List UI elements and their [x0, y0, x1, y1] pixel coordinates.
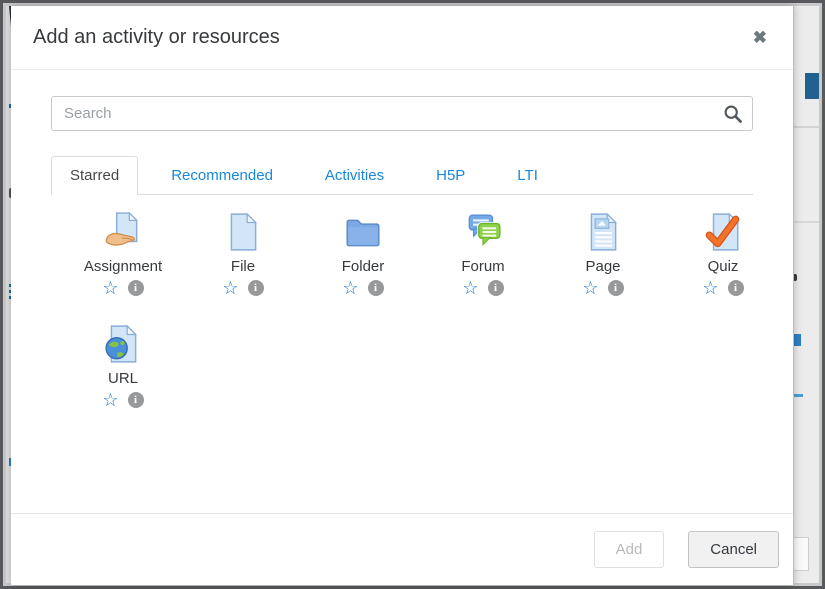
activity-grid: Assignment ☆ i File ☆ i: [51, 195, 753, 410]
activity-item-quiz[interactable]: Quiz ☆ i: [663, 212, 783, 298]
forum-icon[interactable]: [463, 212, 503, 252]
close-icon[interactable]: ✖: [749, 25, 771, 50]
quiz-icon[interactable]: [703, 212, 743, 252]
star-icon[interactable]: ☆: [342, 279, 358, 297]
star-icon[interactable]: ☆: [702, 279, 718, 297]
activity-item-label[interactable]: Assignment: [84, 258, 162, 275]
tab-lti[interactable]: LTI: [498, 156, 557, 195]
tab-recommended[interactable]: Recommended: [152, 156, 292, 195]
assignment-icon[interactable]: [103, 212, 143, 252]
item-actions: ☆ i: [222, 278, 263, 298]
activity-item-label[interactable]: Quiz: [708, 258, 739, 275]
item-actions: ☆ i: [582, 278, 623, 298]
search-input[interactable]: [51, 96, 753, 131]
folder-icon[interactable]: [343, 212, 383, 252]
background-fragment: [793, 126, 819, 128]
activity-item-url[interactable]: URL ☆ i: [63, 324, 183, 410]
tab-starred[interactable]: Starred: [51, 156, 138, 195]
star-icon[interactable]: ☆: [102, 279, 118, 297]
modal-title: Add an activity or resources: [33, 26, 280, 49]
file-icon[interactable]: [223, 212, 263, 252]
background-fragment: [793, 334, 801, 346]
star-icon[interactable]: ☆: [582, 279, 598, 297]
url-icon[interactable]: [103, 324, 143, 364]
info-icon[interactable]: i: [128, 280, 144, 296]
search-bar: [51, 96, 753, 131]
search-icon[interactable]: [721, 102, 745, 126]
info-icon[interactable]: i: [248, 280, 264, 296]
tab-h5p[interactable]: H5P: [417, 156, 484, 195]
info-icon[interactable]: i: [128, 392, 144, 408]
activity-item-label[interactable]: Folder: [342, 258, 385, 275]
activity-item-label[interactable]: File: [231, 258, 255, 275]
info-icon[interactable]: i: [488, 280, 504, 296]
activity-item-label[interactable]: Page: [585, 258, 620, 275]
activity-item-assignment[interactable]: Assignment ☆ i: [63, 212, 183, 298]
activity-item-label[interactable]: URL: [108, 370, 138, 387]
chooser-tabs: Starred Recommended Activities H5P LTI: [51, 156, 753, 195]
tab-activities[interactable]: Activities: [306, 156, 403, 195]
item-actions: ☆ i: [342, 278, 383, 298]
info-icon[interactable]: i: [608, 280, 624, 296]
star-icon[interactable]: ☆: [462, 279, 478, 297]
page-icon[interactable]: [583, 212, 623, 252]
star-icon[interactable]: ☆: [102, 391, 118, 409]
cancel-button[interactable]: Cancel: [688, 531, 779, 568]
activity-chooser-modal: Add an activity or resources ✖ Starred R…: [11, 6, 794, 585]
activity-item-file[interactable]: File ☆ i: [183, 212, 303, 298]
modal-header: Add an activity or resources ✖: [11, 6, 793, 70]
activity-item-forum[interactable]: Forum ☆ i: [423, 212, 543, 298]
background-blue-bar-fragment: [805, 73, 819, 99]
background-fragment: [794, 394, 803, 397]
add-button[interactable]: Add: [594, 531, 665, 568]
screenshot-frame: Add an activity or resources ✖ Starred R…: [0, 0, 825, 589]
background-fragment: [793, 221, 819, 223]
item-actions: ☆ i: [702, 278, 743, 298]
item-actions: ☆ i: [462, 278, 503, 298]
star-icon[interactable]: ☆: [222, 279, 238, 297]
info-icon[interactable]: i: [728, 280, 744, 296]
item-actions: ☆ i: [102, 278, 143, 298]
activity-item-label[interactable]: Forum: [461, 258, 504, 275]
activity-item-page[interactable]: Page ☆ i: [543, 212, 663, 298]
modal-footer: Add Cancel: [11, 513, 793, 585]
item-actions: ☆ i: [102, 390, 143, 410]
modal-body: Starred Recommended Activities H5P LTI A…: [11, 70, 793, 513]
info-icon[interactable]: i: [368, 280, 384, 296]
activity-item-folder[interactable]: Folder ☆ i: [303, 212, 423, 298]
